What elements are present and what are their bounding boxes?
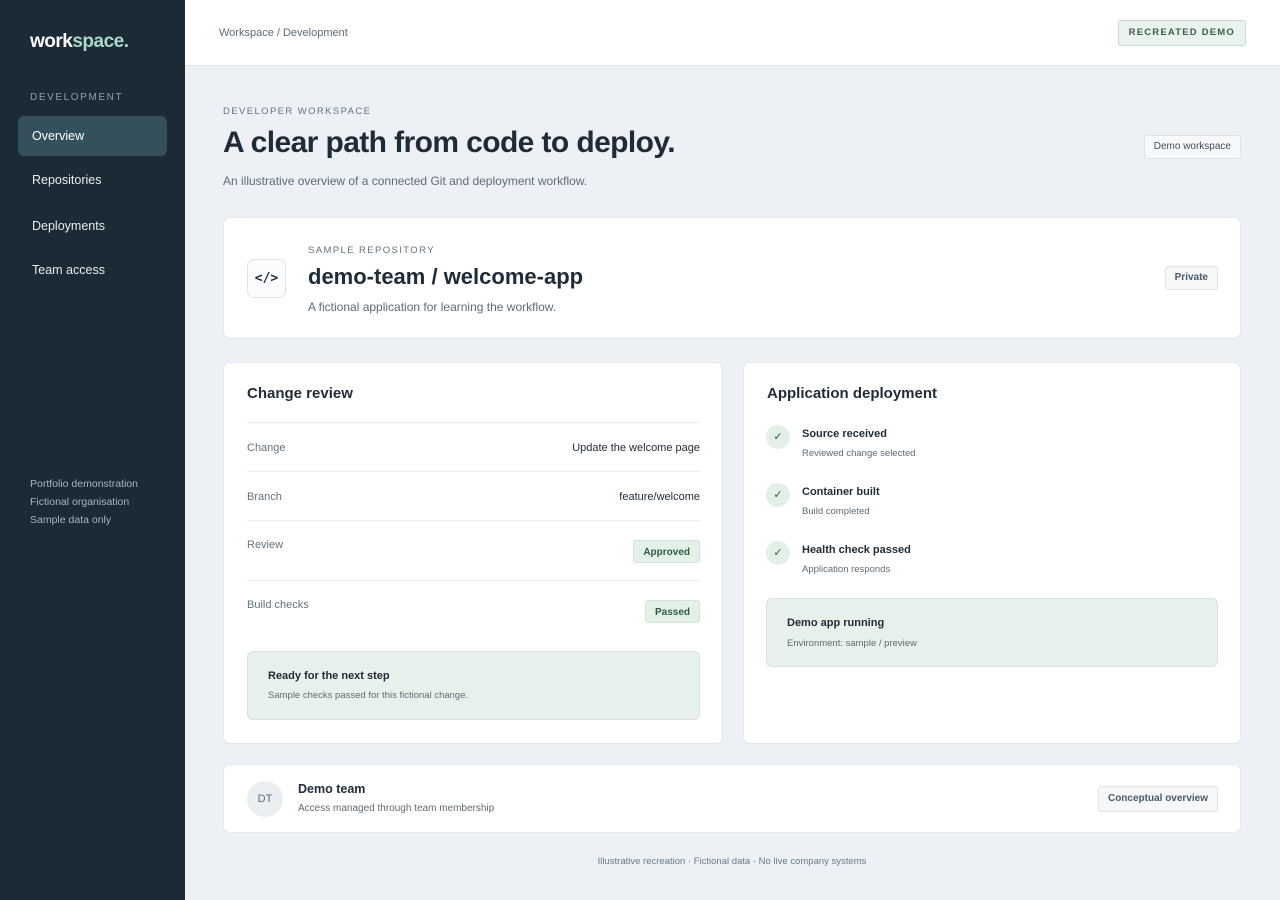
logo[interactable]: workspace. (30, 31, 129, 53)
avatar: DT (247, 781, 283, 817)
logo-accent: space. (72, 31, 129, 52)
sidebar-notes: Portfolio demonstration Fictional organi… (30, 475, 138, 529)
step-title: Container built (802, 486, 880, 498)
review-row-branch: Branch feature/welcome (247, 471, 700, 520)
check-icon: ✓ (766, 483, 790, 507)
step-subtitle: Reviewed change selected (802, 448, 916, 459)
team-access-description: Access managed through team membership (298, 803, 495, 814)
ready-note-title: Ready for the next step (268, 670, 390, 682)
step-title: Source received (802, 428, 887, 440)
sidebar: workspace. DEVELOPMENT Overview Reposito… (0, 0, 185, 900)
nav-heading: DEVELOPMENT (30, 92, 124, 103)
repo-eyebrow: SAMPLE REPOSITORY (308, 245, 435, 256)
step-subtitle: Application responds (802, 564, 891, 575)
review-row-review: Review Approved (247, 520, 700, 580)
change-review-card: Change review Change Update the welcome … (223, 362, 723, 744)
sidebar-note: Sample data only (30, 514, 112, 526)
app-running-environment: Environment: sample / preview (787, 638, 917, 649)
approved-badge: Approved (633, 540, 700, 563)
sidebar-item-repositories[interactable]: Repositories (18, 160, 167, 200)
page-subtitle: An illustrative overview of a connected … (223, 174, 588, 188)
code-icon: </> (247, 259, 286, 298)
deploy-step-source: ✓ Source received Reviewed change select… (766, 425, 1206, 467)
step-subtitle: Build completed (802, 506, 870, 517)
visibility-badge: Private (1164, 266, 1218, 290)
row-label: Build checks (247, 599, 309, 611)
team-card: DT Demo team Access managed through team… (223, 764, 1241, 833)
page-title: A clear path from code to deploy. (223, 126, 676, 159)
repository-card: </> SAMPLE REPOSITORY demo-team / welcom… (223, 217, 1241, 339)
ready-note: Ready for the next step Sample checks pa… (247, 651, 700, 720)
change-review-title: Change review (247, 385, 353, 402)
topbar: Workspace / Development RECREATED DEMO (185, 0, 1280, 66)
ready-note-subtitle: Sample checks passed for this fictional … (268, 690, 469, 701)
footer-note: Illustrative recreation · Fictional data… (597, 856, 867, 867)
deploy-step-container: ✓ Container built Build completed (766, 483, 1206, 525)
sidebar-note: Portfolio demonstration (30, 478, 138, 490)
review-row-change: Change Update the welcome page (247, 422, 700, 471)
application-deployment-card: Application deployment ✓ Source received… (743, 362, 1241, 744)
check-icon: ✓ (766, 425, 790, 449)
hero-eyebrow: DEVELOPER WORKSPACE (223, 106, 372, 117)
app-running-title: Demo app running (787, 617, 885, 629)
app-running-note: Demo app running Environment: sample / p… (766, 598, 1218, 667)
logo-main: work (30, 31, 73, 52)
review-row-build-checks: Build checks Passed (247, 580, 700, 640)
row-value: feature/welcome (619, 491, 700, 503)
row-label: Branch (247, 491, 282, 503)
check-icon: ✓ (766, 541, 790, 565)
sidebar-item-deployments[interactable]: Deployments (18, 206, 167, 246)
row-value: Update the welcome page (572, 442, 700, 454)
deployment-title: Application deployment (767, 385, 938, 402)
team-name[interactable]: Demo team (298, 782, 365, 796)
repo-title[interactable]: demo-team / welcome-app (308, 264, 583, 290)
sidebar-item-team-access[interactable]: Team access (18, 250, 167, 290)
breadcrumb[interactable]: Workspace / Development (219, 27, 348, 39)
step-title: Health check passed (802, 544, 911, 556)
repo-description: A fictional application for learning the… (308, 300, 557, 314)
demo-workspace-chip: Demo workspace (1143, 135, 1241, 159)
sidebar-note: Fictional organisation (30, 496, 130, 508)
sidebar-item-overview[interactable]: Overview (18, 116, 167, 156)
deploy-step-health: ✓ Health check passed Application respon… (766, 541, 1206, 583)
passed-badge: Passed (644, 600, 700, 623)
conceptual-overview-chip: Conceptual overview (1097, 786, 1218, 812)
row-label: Review (247, 539, 284, 551)
recreated-demo-badge: RECREATED DEMO (1117, 20, 1246, 46)
row-label: Change (247, 442, 286, 454)
